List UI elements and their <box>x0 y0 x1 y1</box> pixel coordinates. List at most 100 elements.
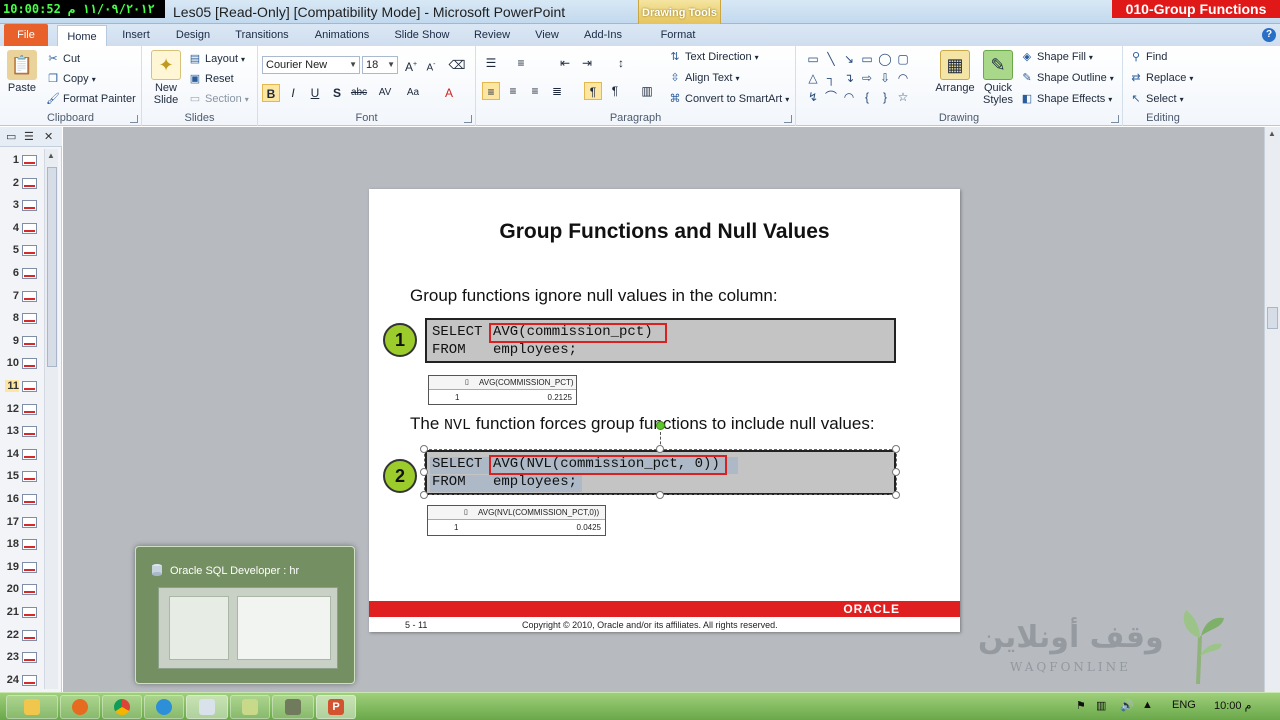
slide-thumbnail[interactable]: 13 <box>0 422 44 442</box>
close-icon[interactable]: ✕ <box>44 130 53 143</box>
tab-slide-show[interactable]: Slide Show <box>388 24 456 46</box>
rtl-direction-icon[interactable]: ¶ <box>606 82 624 100</box>
slide-thumbnail[interactable]: 19 <box>0 558 44 578</box>
paragraph-launcher-icon[interactable] <box>784 115 792 123</box>
textbox-shape-icon[interactable]: ▭ <box>806 52 820 66</box>
tab-review[interactable]: Review <box>467 24 517 46</box>
find-button[interactable]: ⚲ Find <box>1129 50 1167 64</box>
cut-button[interactable]: ✂ Cut <box>46 52 80 66</box>
shape-fill-button[interactable]: ◈ Shape Fill ▾ <box>1020 50 1093 64</box>
resize-handle-s[interactable] <box>656 491 664 499</box>
resize-handle-n[interactable] <box>656 445 664 453</box>
tab-design[interactable]: Design <box>168 24 218 46</box>
resize-handle-w[interactable] <box>420 468 428 476</box>
tools-taskbar-button[interactable] <box>272 695 314 719</box>
replace-button[interactable]: ⇄ Replace ▾ <box>1129 71 1193 85</box>
app-taskbar-button[interactable] <box>144 695 184 719</box>
reset-button[interactable]: ▣ Reset <box>188 72 234 86</box>
shapes-gallery[interactable]: ▭ ╲ ↘ ▭ ◯ ▢ △ ┐ ↴ ⇨ ⇩ ◠ ↯ ⌒ ◠ { } ☆ <box>804 52 916 106</box>
scroll-up-icon[interactable]: ▲ <box>47 151 55 160</box>
pane-scroll-thumb[interactable] <box>47 167 57 367</box>
slide-thumbnail[interactable]: 10 <box>0 354 44 374</box>
canvas-scroll-thumb[interactable] <box>1267 307 1278 329</box>
bold-icon[interactable]: B <box>262 84 280 102</box>
triangle-shape-icon[interactable]: △ <box>806 71 820 85</box>
clear-formatting-icon[interactable]: ⌫ <box>448 56 466 74</box>
bullets-icon[interactable]: ☰ <box>482 54 500 72</box>
slide-thumbnail[interactable]: 24 <box>0 671 44 691</box>
tab-file[interactable]: File <box>4 24 48 46</box>
decrease-indent-icon[interactable]: ⇤ <box>556 54 574 72</box>
tab-animations[interactable]: Animations <box>306 24 378 46</box>
firefox-taskbar-button[interactable] <box>60 695 100 719</box>
rectangle-shape-icon[interactable]: ▭ <box>860 52 874 66</box>
right-brace-shape-icon[interactable]: } <box>878 90 892 104</box>
slide-thumbnail[interactable]: 15 <box>0 467 44 487</box>
format-painter-button[interactable]: 🖌 Format Painter <box>46 92 136 106</box>
shrink-font-icon[interactable]: A- <box>422 56 440 74</box>
resize-handle-ne[interactable] <box>892 445 900 453</box>
new-slide-button[interactable]: ✦ New Slide <box>146 50 186 106</box>
paste-button[interactable]: 📋 Paste <box>4 50 40 94</box>
increase-indent-icon[interactable]: ⇥ <box>578 54 596 72</box>
slide-thumbnail[interactable]: 14 <box>0 445 44 465</box>
font-launcher-icon[interactable] <box>464 115 472 123</box>
quick-styles-button[interactable]: ✎ Quick Styles <box>978 50 1018 106</box>
sql-developer-taskbar-button[interactable] <box>186 695 228 719</box>
slides-tab-icon[interactable]: ▭ <box>6 130 16 143</box>
slide-thumbnail[interactable]: 8 <box>0 309 44 329</box>
numbering-icon[interactable]: ≡ <box>512 54 530 72</box>
shape-selection-frame[interactable] <box>424 449 897 495</box>
right-arrow-shape-icon[interactable]: ⇨ <box>860 71 874 85</box>
clipboard-launcher-icon[interactable] <box>130 115 138 123</box>
scroll-up-icon[interactable]: ▲ <box>1268 129 1276 138</box>
outline-tab-icon[interactable]: ☰ <box>24 130 34 143</box>
align-center-icon[interactable]: ≡ <box>504 82 522 100</box>
slide-thumbnail[interactable]: 18 <box>0 535 44 555</box>
explorer-taskbar-button[interactable] <box>6 695 58 719</box>
callout-shape-icon[interactable]: ◠ <box>896 71 910 85</box>
text-direction-button[interactable]: ⇅ Text Direction ▾ <box>668 50 758 64</box>
slide-thumbnail[interactable]: 4 <box>0 219 44 239</box>
align-text-button[interactable]: ⇳ Align Text ▾ <box>668 71 739 85</box>
slide-thumbnail[interactable]: 11 <box>0 377 44 397</box>
powerpoint-taskbar-button[interactable]: P <box>316 695 356 719</box>
curve-shape-icon[interactable]: ⌒ <box>824 90 838 104</box>
slide-thumbnail[interactable]: 6 <box>0 264 44 284</box>
resize-handle-se[interactable] <box>892 491 900 499</box>
font-size-select[interactable]: 18 ▼ <box>362 56 398 74</box>
resize-handle-e[interactable] <box>892 468 900 476</box>
ltr-direction-icon[interactable]: ¶ <box>584 82 602 100</box>
slide-thumbnail[interactable]: 1 <box>0 151 44 171</box>
code-block-1[interactable]: SELECT AVG(commission_pct) FROM employee… <box>425 318 896 363</box>
slide-thumbnail[interactable]: 7 <box>0 287 44 307</box>
underline-icon[interactable]: U <box>306 84 324 102</box>
left-brace-shape-icon[interactable]: { <box>860 90 874 104</box>
arc-shape-icon[interactable]: ◠ <box>842 90 856 104</box>
notepad-taskbar-button[interactable] <box>230 695 270 719</box>
line-spacing-icon[interactable]: ↕ <box>612 54 630 72</box>
character-spacing-icon[interactable]: AV <box>376 84 394 102</box>
network-icon[interactable]: ▥ <box>1096 699 1106 712</box>
shape-effects-button[interactable]: ◧ Shape Effects ▾ <box>1020 92 1113 106</box>
freeform-shape-icon[interactable]: ↯ <box>806 90 820 104</box>
chrome-taskbar-button[interactable] <box>102 695 142 719</box>
tab-add-ins[interactable]: Add-Ins <box>577 24 629 46</box>
tab-format[interactable]: Format <box>650 24 706 46</box>
layout-button[interactable]: ▤ Layout ▾ <box>188 52 245 66</box>
tab-home[interactable]: Home <box>57 25 107 47</box>
slide[interactable]: Group Functions and Null Values Group fu… <box>369 189 960 632</box>
strikethrough-icon[interactable]: abc <box>350 84 368 102</box>
star-shape-icon[interactable]: ☆ <box>896 90 910 104</box>
columns-icon[interactable]: ▥ <box>638 82 656 100</box>
font-color-icon[interactable]: A <box>440 84 458 102</box>
slide-thumbnail[interactable]: 17 <box>0 513 44 533</box>
tray-chevron-icon[interactable]: ▲ <box>1142 699 1153 711</box>
language-indicator[interactable]: ENG <box>1172 699 1196 711</box>
slide-thumbnail[interactable]: 3 <box>0 196 44 216</box>
resize-handle-sw[interactable] <box>420 491 428 499</box>
change-case-icon[interactable]: Aa <box>404 84 422 102</box>
tab-view[interactable]: View <box>527 24 567 46</box>
down-arrow-shape-icon[interactable]: ⇩ <box>878 71 892 85</box>
resize-handle-nw[interactable] <box>420 445 428 453</box>
